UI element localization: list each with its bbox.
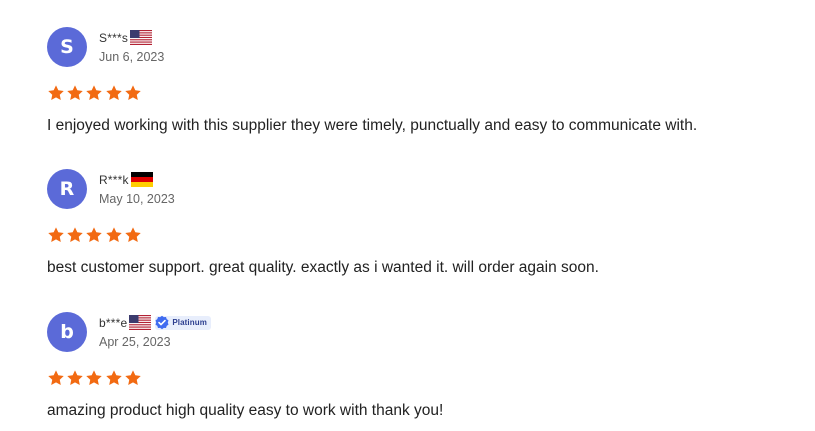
reviewer-name: R***k — [99, 172, 129, 187]
star-rating — [47, 84, 807, 102]
star-icon — [66, 226, 84, 244]
reviewer-meta: R***k May 10, 2023 — [99, 169, 175, 206]
review-item: b b***e Platinum Apr 25, 2023 amazing pr… — [47, 312, 807, 421]
reviewer-name: b***e — [99, 315, 128, 330]
reviewer-name-row: S***s — [99, 29, 164, 46]
star-icon — [124, 369, 142, 387]
reviewer-name-row: R***k — [99, 171, 175, 188]
us-flag-icon — [129, 315, 152, 330]
avatar: S — [47, 27, 87, 67]
review-text: best customer support. great quality. ex… — [47, 259, 599, 276]
review-item: S S***s Jun 6, 2023 I enjoyed working wi… — [47, 27, 807, 136]
review-date: Jun 6, 2023 — [99, 50, 165, 64]
review-header: b b***e Platinum Apr 25, 2023 — [47, 312, 807, 352]
star-rating — [47, 369, 807, 387]
star-icon — [47, 226, 65, 244]
star-icon — [105, 369, 123, 387]
review-date: Apr 25, 2023 — [99, 335, 171, 349]
star-icon — [85, 226, 103, 244]
reviewer-meta: b***e Platinum Apr 25, 2023 — [99, 312, 211, 349]
star-icon — [124, 84, 142, 102]
review-date: May 10, 2023 — [99, 192, 175, 206]
review-header: S S***s Jun 6, 2023 — [47, 27, 807, 67]
star-icon — [85, 369, 103, 387]
star-icon — [47, 84, 65, 102]
star-icon — [85, 84, 103, 102]
avatar: b — [47, 312, 87, 352]
review-text: amazing product high quality easy to wor… — [47, 402, 444, 419]
star-icon — [66, 84, 84, 102]
star-icon — [47, 369, 65, 387]
star-icon — [105, 84, 123, 102]
reviewer-meta: S***s Jun 6, 2023 — [99, 27, 164, 64]
reviewer-name-row: b***e Platinum — [99, 314, 211, 331]
verified-badge-icon — [154, 315, 170, 331]
review-header: R R***k May 10, 2023 — [47, 169, 807, 209]
avatar: R — [47, 169, 87, 209]
star-rating — [47, 226, 807, 244]
us-flag-icon — [130, 30, 153, 45]
de-flag-icon — [130, 172, 153, 187]
star-icon — [105, 226, 123, 244]
badge-label: Platinum — [172, 318, 207, 327]
reviewer-name: S***s — [99, 30, 129, 45]
platinum-badge: Platinum — [154, 315, 211, 331]
star-icon — [124, 226, 142, 244]
star-icon — [66, 369, 84, 387]
review-item: R R***k May 10, 2023 best customer suppo… — [47, 169, 807, 278]
review-text: I enjoyed working with this supplier the… — [47, 117, 698, 134]
